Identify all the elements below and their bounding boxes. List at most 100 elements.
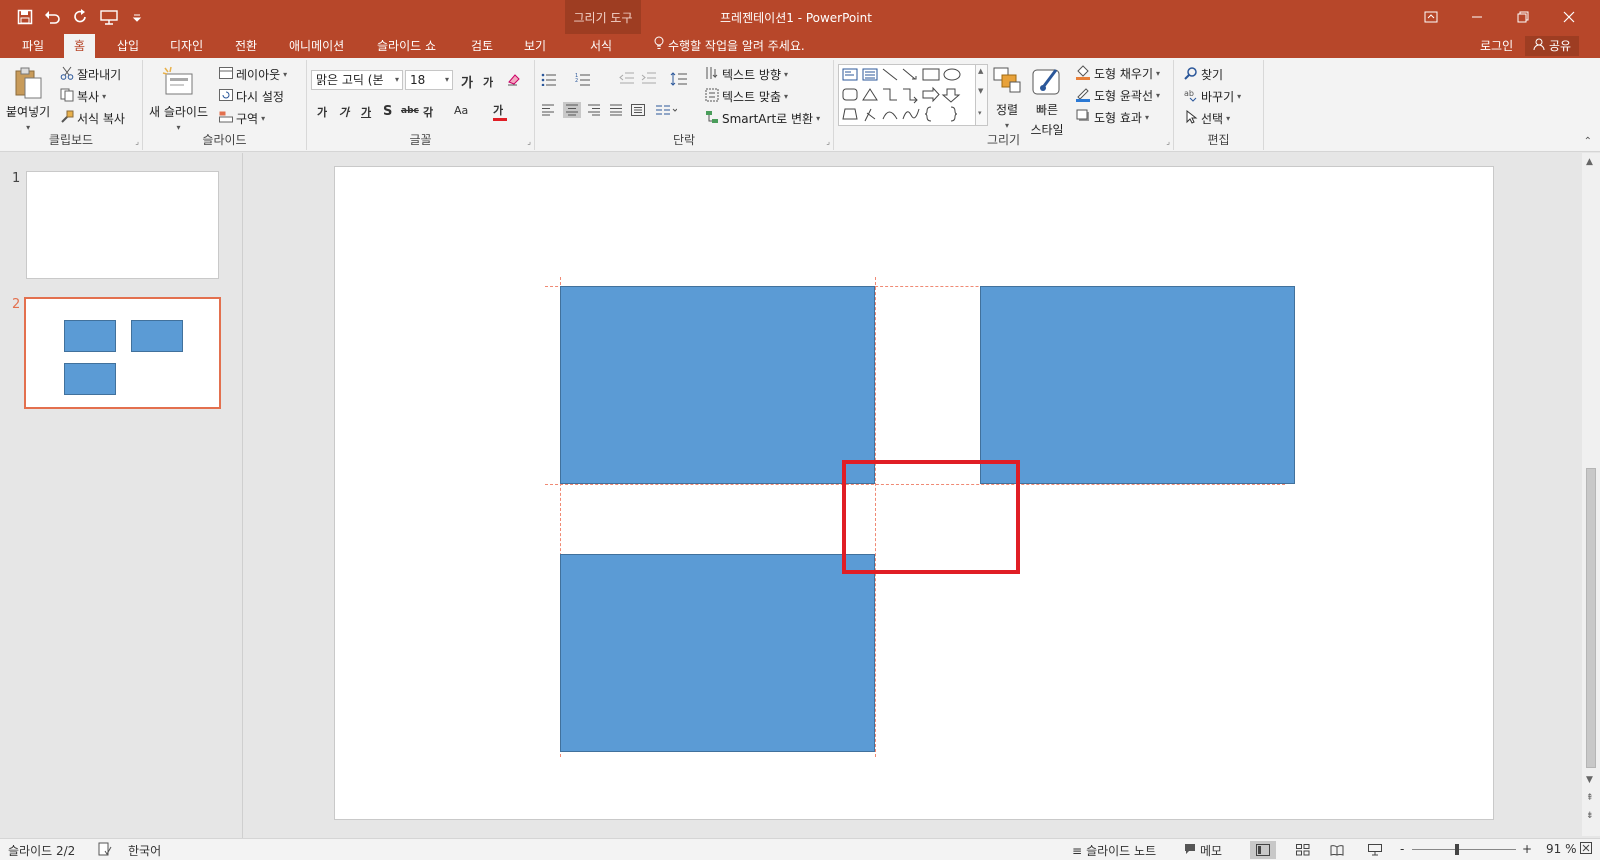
paste-button[interactable]: 붙여넣기 ▾ bbox=[6, 66, 50, 132]
layout-button[interactable]: 레이아웃 ▾ bbox=[219, 66, 287, 83]
slide-thumbnail-1[interactable] bbox=[26, 171, 219, 279]
scroll-thumb[interactable] bbox=[1586, 468, 1596, 768]
tab-animations[interactable]: 애니메이션 bbox=[279, 34, 354, 58]
slide-canvas[interactable] bbox=[334, 166, 1494, 820]
cut-button[interactable]: 잘라내기 bbox=[60, 66, 121, 83]
format-painter-button[interactable]: 서식 복사 bbox=[60, 110, 125, 127]
distributed-icon[interactable] bbox=[631, 104, 645, 116]
shapes-gallery-scroll[interactable]: ▲ ▼ ▾ bbox=[976, 64, 988, 126]
zoom-in-button[interactable]: + bbox=[1522, 842, 1532, 856]
spelling-check-icon[interactable] bbox=[98, 842, 112, 856]
tab-slideshow[interactable]: 슬라이드 쇼 bbox=[367, 34, 446, 58]
gallery-up-icon[interactable]: ▲ bbox=[978, 67, 983, 75]
line-spacing-icon[interactable] bbox=[670, 72, 688, 86]
grow-font-icon[interactable]: 가 bbox=[461, 72, 473, 91]
rectangle-shape-1[interactable] bbox=[560, 286, 875, 484]
zoom-slider[interactable] bbox=[1412, 849, 1516, 850]
next-slide-icon[interactable]: ⇟ bbox=[1586, 811, 1594, 821]
present-icon[interactable] bbox=[98, 6, 120, 28]
replace-button[interactable]: ab 바꾸기 ▾ bbox=[1184, 88, 1241, 105]
text-direction-button[interactable]: 텍스트 방향 ▾ bbox=[705, 66, 788, 83]
clipboard-launcher-icon[interactable]: ⌟ bbox=[135, 137, 139, 146]
paragraph-launcher-icon[interactable]: ⌟ bbox=[826, 137, 830, 146]
section-button[interactable]: 구역 ▾ bbox=[219, 110, 265, 127]
decrease-indent-icon[interactable] bbox=[619, 72, 635, 84]
tab-view[interactable]: 보기 bbox=[514, 34, 556, 58]
fit-to-window-icon[interactable] bbox=[1580, 842, 1592, 854]
italic-icon[interactable]: 가 bbox=[339, 104, 349, 120]
reset-button[interactable]: 다시 설정 bbox=[219, 88, 284, 105]
tab-design[interactable]: 디자인 bbox=[160, 34, 213, 58]
align-center-icon[interactable] bbox=[563, 102, 581, 118]
minimize-icon[interactable] bbox=[1454, 4, 1500, 30]
scroll-up-icon[interactable]: ▲ bbox=[1586, 157, 1593, 167]
align-text-button[interactable]: 텍스트 맞춤 ▾ bbox=[705, 88, 788, 105]
font-launcher-icon[interactable]: ⌟ bbox=[527, 137, 531, 146]
font-color-icon[interactable]: 가 bbox=[493, 102, 507, 121]
zoom-slider-thumb[interactable] bbox=[1455, 844, 1459, 855]
share-button[interactable]: 공유 bbox=[1525, 36, 1580, 56]
vertical-scrollbar[interactable]: ▲ ▼ ⇞ ⇟ bbox=[1582, 153, 1600, 836]
shape-fill-button[interactable]: 도형 채우기 ▾ bbox=[1075, 64, 1160, 83]
rectangle-shape-2[interactable] bbox=[980, 286, 1295, 484]
tab-transitions[interactable]: 전환 bbox=[225, 34, 267, 58]
bold-icon[interactable]: 가 bbox=[317, 104, 327, 120]
gallery-down-icon[interactable]: ▼ bbox=[978, 87, 983, 95]
restore-icon[interactable] bbox=[1500, 4, 1546, 30]
smartart-button[interactable]: SmartArt로 변환 ▾ bbox=[705, 110, 820, 127]
quick-styles-button[interactable]: 빠른 스타일 bbox=[1030, 64, 1064, 138]
clear-formatting-icon[interactable] bbox=[507, 72, 521, 89]
gallery-more-icon[interactable]: ▾ bbox=[978, 109, 982, 117]
justify-icon[interactable] bbox=[609, 104, 623, 116]
character-spacing-icon[interactable]: 갂 bbox=[423, 104, 433, 120]
redo-icon[interactable] bbox=[70, 6, 92, 28]
reading-view-icon[interactable] bbox=[1324, 841, 1350, 859]
numbering-icon[interactable]: 12 bbox=[575, 72, 591, 86]
align-left-icon[interactable] bbox=[541, 104, 555, 116]
undo-icon[interactable] bbox=[42, 6, 64, 28]
font-name-select[interactable]: 맑은 고딕 (본 ▾ bbox=[311, 70, 403, 90]
notes-button[interactable]: ≡ 슬라이드 노트 bbox=[1072, 842, 1156, 859]
login-link[interactable]: 로그인 bbox=[1480, 34, 1513, 58]
tab-format[interactable]: 서식 bbox=[580, 34, 622, 58]
zoom-out-button[interactable]: - bbox=[1400, 842, 1404, 856]
increase-indent-icon[interactable] bbox=[641, 72, 657, 84]
align-right-icon[interactable] bbox=[587, 104, 601, 116]
copy-dropdown-icon[interactable]: ▾ bbox=[102, 92, 106, 101]
qat-customize-icon[interactable] bbox=[126, 6, 148, 28]
new-slide-button[interactable]: 새 슬라이드 ▾ bbox=[149, 66, 208, 132]
collapse-ribbon-icon[interactable]: ⌃ bbox=[1584, 136, 1592, 147]
comments-button[interactable]: 메모 bbox=[1184, 842, 1222, 859]
scroll-down-icon[interactable]: ▼ bbox=[1586, 775, 1593, 785]
columns-icon[interactable] bbox=[655, 104, 677, 116]
font-size-select[interactable]: 18 ▾ bbox=[405, 70, 453, 90]
copy-button[interactable]: 복사 ▾ bbox=[60, 88, 106, 105]
find-button[interactable]: 찾기 bbox=[1184, 66, 1223, 83]
previous-slide-icon[interactable]: ⇞ bbox=[1586, 793, 1594, 803]
slideshow-view-icon[interactable] bbox=[1362, 841, 1388, 859]
normal-view-icon[interactable] bbox=[1250, 841, 1276, 859]
text-shadow-icon[interactable]: S bbox=[383, 104, 392, 119]
rectangle-shape-3[interactable] bbox=[560, 554, 875, 752]
bullets-icon[interactable] bbox=[541, 72, 557, 86]
drawing-launcher-icon[interactable]: ⌟ bbox=[1166, 137, 1170, 146]
underline-icon[interactable]: 가 bbox=[361, 104, 371, 120]
shape-effects-button[interactable]: 도형 효과 ▾ bbox=[1075, 108, 1149, 127]
tab-review[interactable]: 검토 bbox=[461, 34, 503, 58]
tab-home[interactable]: 홈 bbox=[64, 34, 96, 58]
shape-outline-button[interactable]: 도형 윤곽선 ▾ bbox=[1075, 86, 1160, 105]
shrink-font-icon[interactable]: 가 bbox=[483, 74, 493, 90]
tab-file[interactable]: 파일 bbox=[12, 34, 54, 58]
slide-sorter-icon[interactable] bbox=[1290, 841, 1316, 859]
zoom-level[interactable]: 91 % bbox=[1546, 842, 1577, 856]
save-icon[interactable] bbox=[14, 6, 36, 28]
tab-insert[interactable]: 삽입 bbox=[107, 34, 149, 58]
slide-thumbnail-2[interactable] bbox=[24, 297, 221, 409]
strikethrough-icon[interactable]: abc bbox=[401, 106, 419, 116]
ribbon-display-options-icon[interactable] bbox=[1408, 4, 1454, 30]
close-icon[interactable] bbox=[1546, 4, 1592, 30]
arrange-button[interactable]: 정렬 ▾ bbox=[990, 64, 1024, 130]
select-button[interactable]: 선택 ▾ bbox=[1184, 109, 1230, 127]
change-case-icon[interactable]: Aa bbox=[454, 104, 468, 117]
tell-me-box[interactable]: 수행할 작업을 알려 주세요. bbox=[654, 34, 805, 58]
